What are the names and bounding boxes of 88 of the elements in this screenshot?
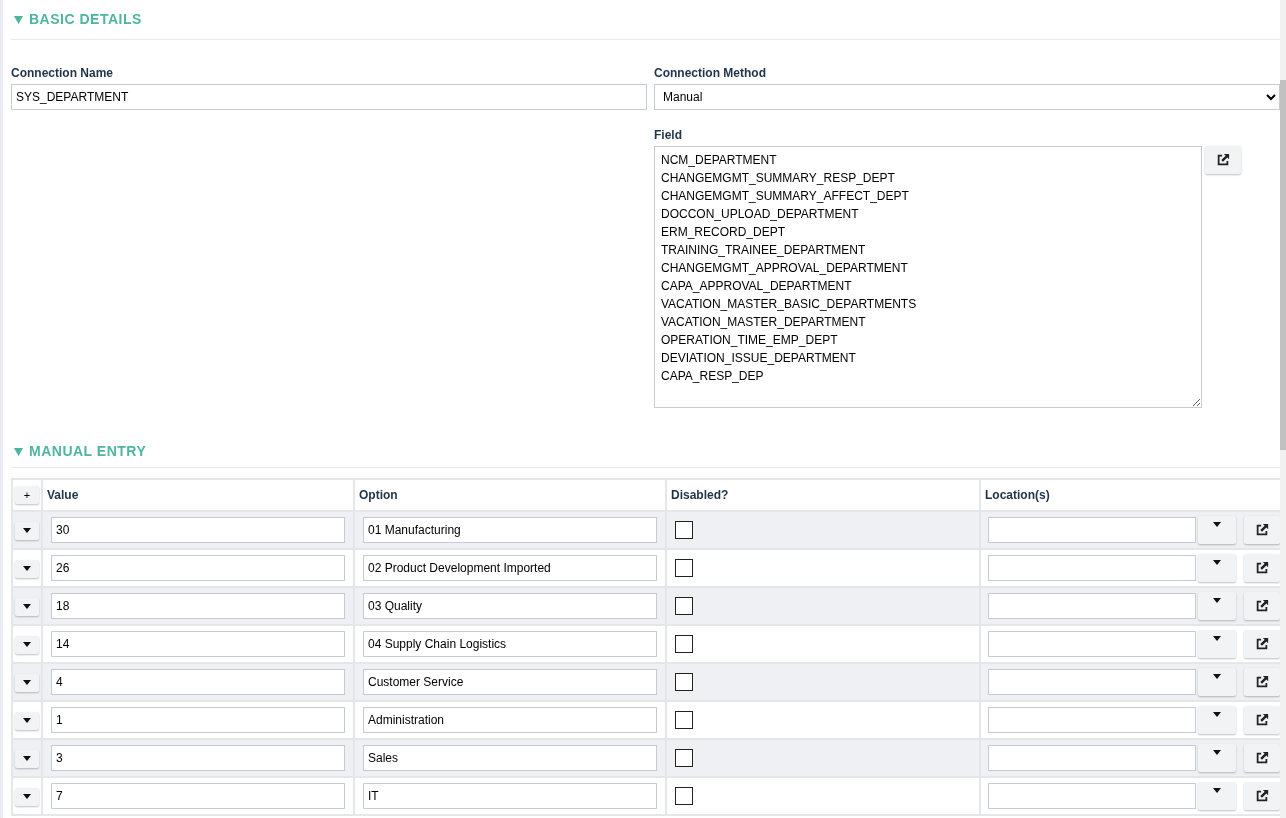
value-input[interactable]: 14	[51, 631, 345, 657]
external-link-icon	[1216, 153, 1230, 167]
option-input[interactable]: 03 Quality	[363, 593, 657, 619]
row-menu-button[interactable]	[15, 559, 39, 578]
open-external-button[interactable]	[1244, 554, 1280, 582]
checkbox[interactable]	[675, 673, 693, 691]
caret-icon	[23, 756, 31, 762]
external-link-icon	[1255, 675, 1269, 689]
checkbox[interactable]	[675, 521, 693, 539]
external-link-icon	[1255, 713, 1269, 727]
external-link-icon	[1255, 789, 1269, 803]
external-link-icon	[1255, 599, 1269, 613]
checkbox[interactable]	[675, 635, 693, 653]
option-input[interactable]: 01 Manufacturing	[363, 517, 657, 543]
location-input[interactable]	[988, 783, 1196, 809]
column-header: Option	[354, 479, 666, 511]
checkbox[interactable]	[675, 711, 693, 729]
option-input[interactable]: 02 Product Development Imported	[363, 555, 657, 581]
caret-icon	[23, 680, 31, 686]
column-header: Location(s)	[980, 479, 1280, 511]
open-external-button[interactable]	[1244, 592, 1280, 620]
checkbox[interactable]	[675, 597, 693, 615]
value-input[interactable]: 18	[51, 593, 345, 619]
column-header: Value	[42, 479, 354, 511]
external-link-icon	[1255, 751, 1269, 765]
caret-icon	[23, 642, 31, 648]
location-input[interactable]	[988, 517, 1196, 543]
caret-icon	[1213, 750, 1221, 755]
caret-icon	[1213, 636, 1221, 641]
open-external-button[interactable]	[1244, 706, 1280, 734]
checkbox[interactable]	[675, 749, 693, 767]
open-external-button[interactable]	[1244, 744, 1280, 772]
row-menu-button[interactable]	[15, 521, 39, 540]
caret-icon	[1213, 522, 1221, 527]
field-textarea[interactable]: NCM_DEPARTMENT CHANGEMGMT_SUMMARY_RESP_DEPT CHANGEMGMT_SUMMARY_AFFECT_DEPT DOCCON_UPLOAD_DEPARTMENT ERM_RECORD_DEPT TRAINING_TRAINEE_DEPARTMENT CHANGEMGMT_APPROVAL_DEPARTMENT CAPA_APPROVAL_DEPARTMENT VACATION_MASTER_BASIC_DEPARTMENTS VACATION_MASTER_DEPARTMENT OPERATION_TIME_EMP_DEPT DEVIATION_ISSUE_DEPARTMENT CAPA_RESP_DEP	[654, 146, 1202, 408]
row-menu-button[interactable]	[15, 711, 39, 730]
field-label: Field	[654, 127, 683, 144]
external-link-icon	[1255, 561, 1269, 575]
caret-icon	[23, 718, 31, 724]
row-menu-button[interactable]	[15, 597, 39, 616]
option-input[interactable]: 04 Supply Chain Logistics	[363, 631, 657, 657]
connection-name-input[interactable]: SYS_DEPARTMENT	[11, 84, 647, 110]
caret-icon	[23, 528, 31, 534]
checkbox[interactable]	[675, 559, 693, 577]
open-external-button[interactable]	[1205, 146, 1241, 174]
connection-method-select[interactable]: Manual	[654, 84, 1280, 110]
open-external-button[interactable]	[1244, 630, 1280, 658]
location-input[interactable]	[988, 593, 1196, 619]
location-input[interactable]	[988, 631, 1196, 657]
checkbox[interactable]	[675, 787, 693, 805]
caret-icon	[23, 794, 31, 800]
option-input[interactable]: Sales	[363, 745, 657, 771]
value-input[interactable]: 3	[51, 745, 345, 771]
open-external-button[interactable]	[1244, 668, 1280, 696]
caret-icon	[23, 566, 31, 572]
field-label: Connection Method	[654, 65, 767, 82]
value-input[interactable]: 30	[51, 517, 345, 543]
external-link-icon	[1255, 523, 1269, 537]
caret-icon	[1213, 712, 1221, 717]
scrollbar-thumb[interactable]	[1280, 80, 1286, 450]
row-menu-button[interactable]	[15, 635, 39, 654]
row-menu-button[interactable]	[15, 673, 39, 692]
caret-icon	[1213, 598, 1221, 603]
row-menu-button[interactable]	[15, 787, 39, 806]
option-input[interactable]: Customer Service	[363, 669, 657, 695]
option-input[interactable]: IT	[363, 783, 657, 809]
location-input[interactable]	[988, 555, 1196, 581]
caret-icon	[1213, 788, 1221, 793]
row-menu-button[interactable]	[15, 749, 39, 768]
add-row-button[interactable]: +	[15, 486, 39, 505]
value-input[interactable]: 26	[51, 555, 345, 581]
location-input[interactable]	[988, 669, 1196, 695]
caret-icon	[1213, 674, 1221, 679]
caret-icon	[1213, 560, 1221, 565]
location-input[interactable]	[988, 707, 1196, 733]
field-label: Connection Name	[11, 65, 114, 82]
column-header: Disabled?	[666, 479, 980, 511]
open-external-button[interactable]	[1244, 782, 1280, 810]
value-input[interactable]: 1	[51, 707, 345, 733]
caret-icon	[23, 604, 31, 610]
location-input[interactable]	[988, 745, 1196, 771]
value-input[interactable]: 4	[51, 669, 345, 695]
section-title: BASIC DETAILS	[29, 10, 142, 29]
value-input[interactable]: 7	[51, 783, 345, 809]
option-input[interactable]: Administration	[363, 707, 657, 733]
open-external-button[interactable]	[1244, 516, 1280, 544]
section-title: MANUAL ENTRY	[29, 442, 147, 461]
external-link-icon	[1255, 637, 1269, 651]
